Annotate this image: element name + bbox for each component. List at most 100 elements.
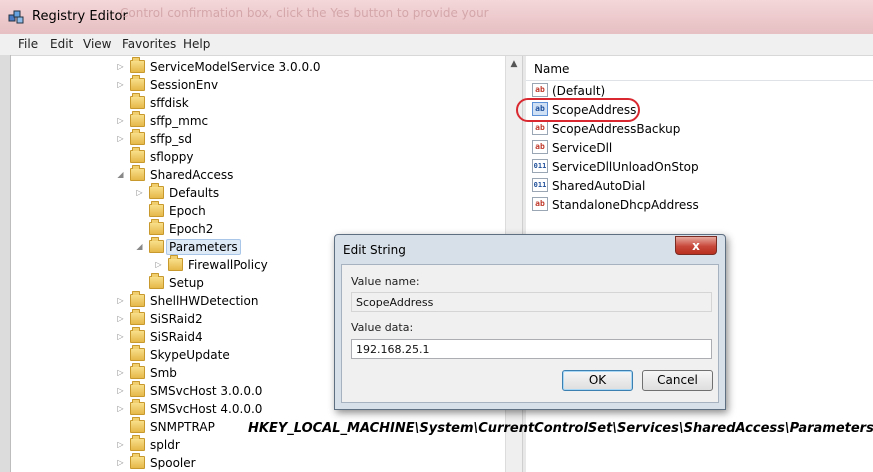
tree-node-label[interactable]: Setup <box>167 275 206 291</box>
collapse-arrow-icon[interactable]: ◢ <box>116 170 125 179</box>
folder-icon <box>130 111 145 127</box>
collapse-arrow-icon[interactable]: ◢ <box>135 242 144 251</box>
value-name-label: Value name: <box>351 275 420 288</box>
tree-node-label[interactable]: sffp_sd <box>148 131 194 147</box>
folder-icon <box>130 435 145 451</box>
tree-node-label[interactable]: Smb <box>148 365 179 381</box>
folder-icon <box>149 273 164 289</box>
edit-string-dialog: Edit String x Value name: ScopeAddress V… <box>334 234 726 410</box>
tree-node[interactable]: sfloppy <box>11 147 491 166</box>
tree-node[interactable]: ▷ Defaults <box>11 183 491 202</box>
menu-favorites[interactable]: Favorites <box>122 37 176 51</box>
folder-icon <box>130 417 145 433</box>
folder-icon <box>130 93 145 109</box>
tree-node[interactable]: ▷ sffp_mmc <box>11 111 491 130</box>
expand-arrow-icon[interactable]: ▷ <box>116 440 125 449</box>
menu-edit[interactable]: Edit <box>50 37 73 51</box>
expand-arrow-icon[interactable]: ▷ <box>116 296 125 305</box>
expand-arrow-icon[interactable]: ▷ <box>116 404 125 413</box>
tree-node-label[interactable]: spldr <box>148 437 182 453</box>
tree-node-label[interactable]: SiSRaid4 <box>148 329 205 345</box>
tree-node-label[interactable]: SiSRaid2 <box>148 311 205 327</box>
menu-view[interactable]: View <box>83 37 111 51</box>
menu-help[interactable]: Help <box>183 37 210 51</box>
tree-node[interactable]: ▷ SessionEnv <box>11 75 491 94</box>
tree-node-label[interactable]: FirewallPolicy <box>186 257 270 273</box>
value-data-input[interactable]: 192.168.25.1 <box>351 339 712 359</box>
folder-icon <box>168 255 183 271</box>
folder-icon <box>130 291 145 307</box>
expand-arrow-icon[interactable]: ▷ <box>116 80 125 89</box>
cancel-button-label: Cancel <box>657 373 698 387</box>
tree-node[interactable]: ◢ SharedAccess <box>11 165 491 184</box>
scroll-up-icon[interactable]: ▲ <box>508 58 520 70</box>
menu-bar: File Edit View Favorites Help <box>0 34 873 56</box>
tree-node-label[interactable]: SkypeUpdate <box>148 347 232 363</box>
expand-arrow-icon[interactable]: ▷ <box>116 458 125 467</box>
tree-node-label[interactable]: SNMPTRAP <box>148 419 217 435</box>
column-header-name[interactable]: Name <box>526 56 873 81</box>
expand-arrow-icon[interactable]: ▷ <box>116 314 125 323</box>
value-name-text: ScopeAddress <box>356 296 434 309</box>
tree-node-label[interactable]: SMSvcHost 4.0.0.0 <box>148 401 264 417</box>
expand-arrow-icon[interactable]: ▷ <box>116 386 125 395</box>
value-name[interactable]: StandaloneDhcpAddress <box>552 198 699 212</box>
tree-node[interactable]: ▷ sffp_sd <box>11 129 491 148</box>
registry-editor-icon <box>8 10 24 24</box>
string-value-icon: ab <box>532 140 548 154</box>
folder-icon <box>130 399 145 415</box>
folder-icon <box>130 75 145 91</box>
expand-arrow-icon[interactable]: ▷ <box>116 332 125 341</box>
tree-node-label[interactable]: sffp_mmc <box>148 113 210 129</box>
value-data-text[interactable]: 192.168.25.1 <box>356 343 429 356</box>
tree-node-label[interactable]: SMSvcHost 3.0.0.0 <box>148 383 264 399</box>
expand-arrow-icon[interactable]: ▷ <box>154 260 163 269</box>
string-value-icon: ab <box>532 197 548 211</box>
title-bar: Registry Editor Control confirmation box… <box>0 0 873 35</box>
string-value-icon: ab <box>532 102 548 116</box>
tree-node-label[interactable]: SharedAccess <box>148 167 235 183</box>
close-button[interactable]: x <box>675 236 717 255</box>
tree-node[interactable]: ▷ spldr <box>11 435 491 454</box>
expand-arrow-icon[interactable]: ▷ <box>116 368 125 377</box>
folder-icon <box>130 57 145 73</box>
tree-node[interactable]: Epoch <box>11 201 491 220</box>
tree-node-label[interactable]: sffdisk <box>148 95 191 111</box>
string-value-icon: ab <box>532 83 548 97</box>
cancel-button[interactable]: Cancel <box>642 370 713 391</box>
value-name[interactable]: ScopeAddress <box>552 103 636 117</box>
menu-file[interactable]: File <box>18 37 38 51</box>
value-name-field: ScopeAddress <box>351 292 712 312</box>
value-name[interactable]: ServiceDllUnloadOnStop <box>552 160 699 174</box>
registry-path-caption: HKEY_LOCAL_MACHINE\System\CurrentControl… <box>248 421 873 436</box>
tree-node[interactable]: ▷ ServiceModelService 3.0.0.0 <box>11 57 491 76</box>
tree-node-label[interactable]: Epoch <box>167 203 208 219</box>
value-name[interactable]: SharedAutoDial <box>552 179 645 193</box>
tree-node[interactable]: ▷ Spooler <box>11 453 491 472</box>
dialog-title: Edit String <box>343 243 406 257</box>
folder-icon <box>130 453 145 469</box>
value-name[interactable]: (Default) <box>552 84 605 98</box>
tree-node-label[interactable]: Defaults <box>167 185 221 201</box>
expand-arrow-icon[interactable]: ▷ <box>135 188 144 197</box>
folder-icon <box>130 309 145 325</box>
tree-node-label[interactable]: SessionEnv <box>148 77 220 93</box>
ok-button[interactable]: OK <box>562 370 633 391</box>
expand-arrow-icon[interactable]: ▷ <box>116 116 125 125</box>
tree-node-label[interactable]: sfloppy <box>148 149 196 165</box>
tree-node-label[interactable]: Parameters <box>166 239 241 255</box>
folder-icon <box>149 219 164 235</box>
window-left-edge <box>0 55 11 472</box>
tree-node-label[interactable]: Spooler <box>148 455 198 471</box>
expand-arrow-icon[interactable]: ▷ <box>116 62 125 71</box>
tree-node-label[interactable]: Epoch2 <box>167 221 215 237</box>
value-name[interactable]: ServiceDll <box>552 141 612 155</box>
window-title: Registry Editor <box>32 9 128 24</box>
tree-node-label[interactable]: ServiceModelService 3.0.0.0 <box>148 59 323 75</box>
folder-icon <box>130 345 145 361</box>
tree-node[interactable]: sffdisk <box>11 93 491 112</box>
folder-icon <box>130 327 145 343</box>
tree-node-label[interactable]: ShellHWDetection <box>148 293 260 309</box>
expand-arrow-icon[interactable]: ▷ <box>116 134 125 143</box>
value-name[interactable]: ScopeAddressBackup <box>552 122 680 136</box>
